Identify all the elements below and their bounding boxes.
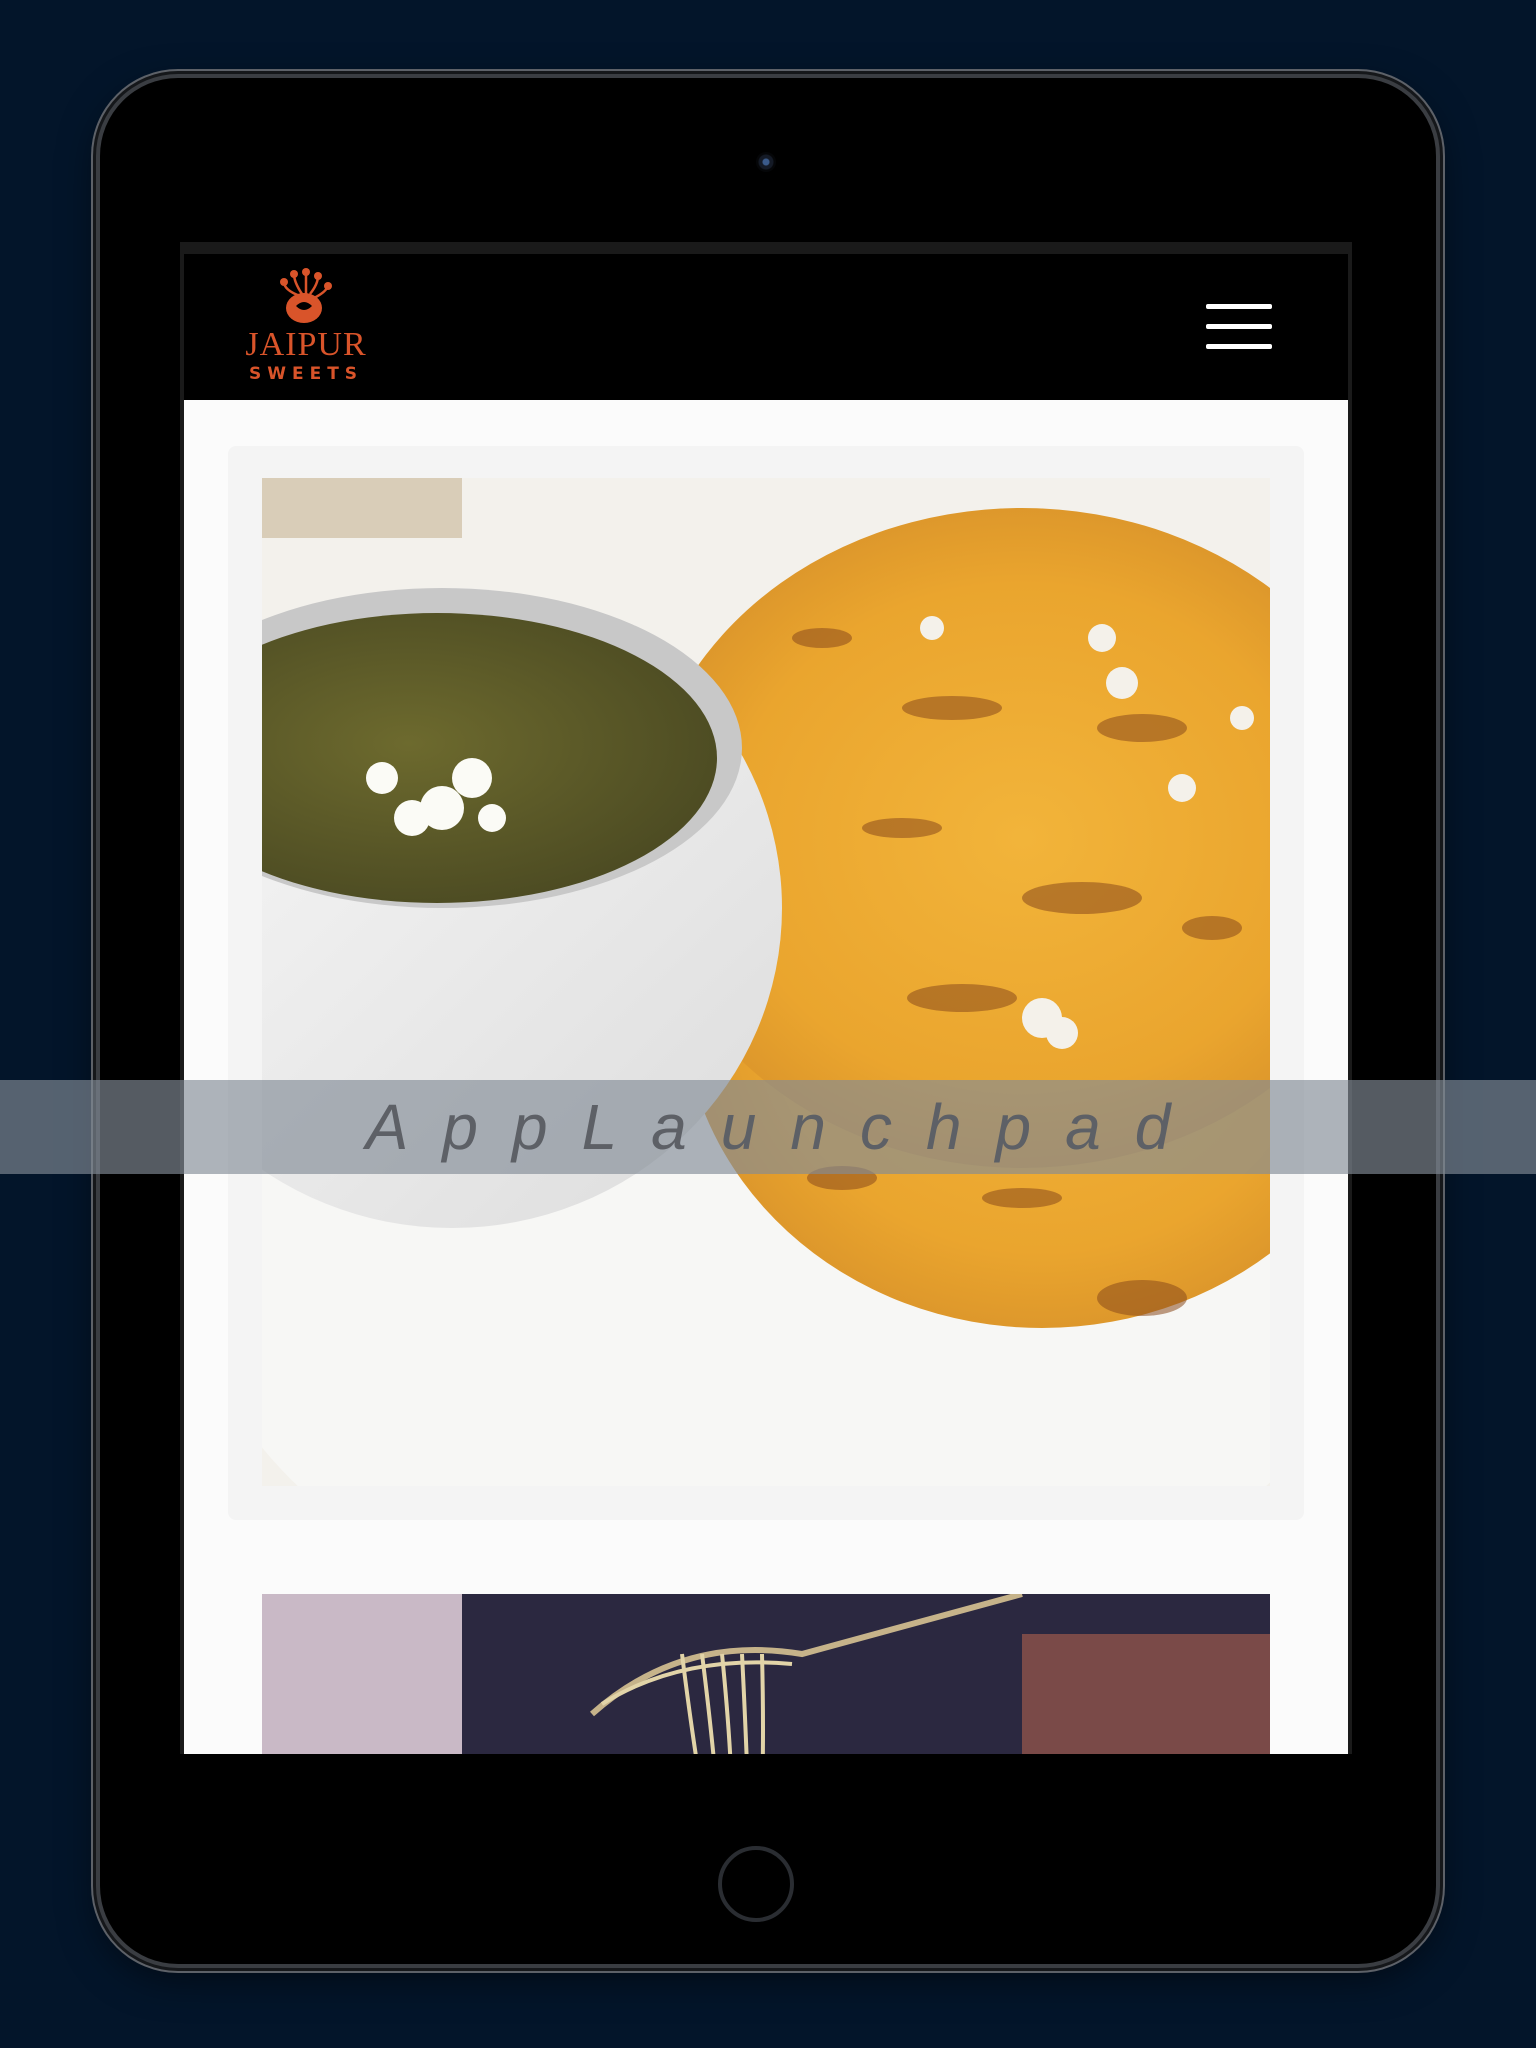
watermark-banner: AppLaunchpad (0, 1080, 1536, 1174)
menu-bar (1206, 344, 1272, 349)
logo-subtitle: SWEETS (248, 364, 364, 384)
noodles-on-fork-image[interactable] (262, 1594, 1270, 1754)
logo-title: JAIPUR (245, 326, 367, 363)
front-camera-icon (756, 152, 776, 172)
peacock-logo-icon (280, 268, 332, 323)
screen: JAIPUR SWEETS (180, 242, 1352, 1754)
tablet-frame: JAIPUR SWEETS (100, 78, 1436, 1964)
home-button[interactable] (718, 1846, 794, 1922)
hamburger-menu-icon[interactable] (1206, 304, 1272, 350)
brand-logo[interactable]: JAIPUR SWEETS (226, 268, 386, 388)
menu-bar (1206, 324, 1272, 329)
main-content (184, 400, 1348, 1754)
app-header: JAIPUR SWEETS (184, 254, 1348, 400)
watermark-text: AppLaunchpad (365, 1091, 1205, 1163)
saag-and-makki-roti-image[interactable] (262, 478, 1270, 1486)
menu-bar (1206, 304, 1272, 309)
